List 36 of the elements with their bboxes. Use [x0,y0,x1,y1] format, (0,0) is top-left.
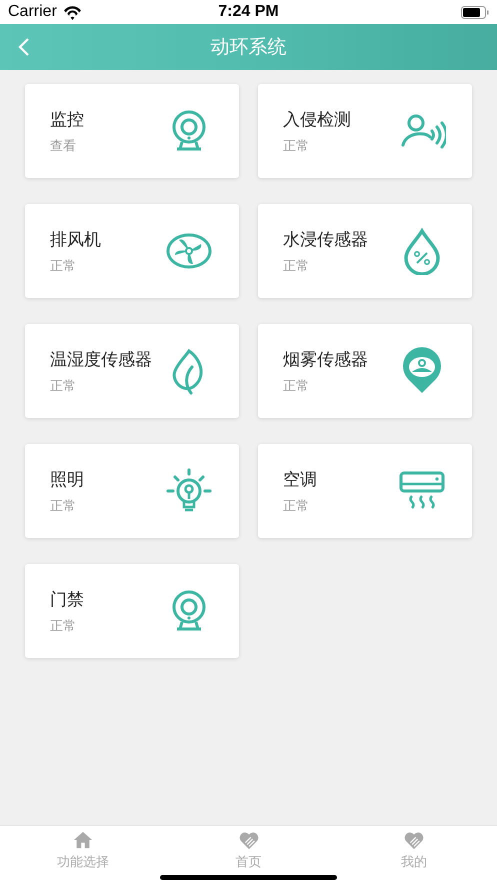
device-name: 水浸传感器 [283,228,368,250]
wifi-icon [62,4,82,20]
device-status: 正常 [50,378,77,394]
device-status: 正常 [283,378,310,394]
device-card[interactable]: 水浸传感器 正常 [258,204,472,298]
device-card[interactable]: 温湿度传感器 正常 [25,324,239,418]
device-status: 正常 [283,258,310,274]
device-status: 查看 [50,138,77,154]
device-card[interactable]: 排风机 正常 [25,204,239,298]
device-status: 正常 [283,138,310,154]
device-name: 温湿度传感器 [50,348,152,370]
device-status: 正常 [50,618,77,634]
device-name: 监控 [50,108,84,130]
home-icon [72,830,94,850]
device-name: 入侵检测 [283,108,351,130]
device-name: 空调 [283,468,317,490]
device-name: 门禁 [50,588,84,610]
device-name: 烟雾传感器 [283,348,368,370]
clock-time: 7:24 PM [218,3,279,21]
device-status: 正常 [50,258,77,274]
device-card[interactable]: 监控 查看 [25,84,239,178]
device-card[interactable]: 空调 正常 [258,444,472,538]
device-name: 排风机 [50,228,101,250]
page-title: 动环系统 [210,35,286,60]
back-chevron-icon [18,37,30,57]
device-card[interactable]: 烟雾传感器 正常 [258,324,472,418]
device-status: 正常 [283,498,310,514]
device-card[interactable]: 照明 正常 [25,444,239,538]
heart-icon [238,830,260,850]
device-status: 正常 [50,498,77,514]
device-card[interactable]: 入侵检测 正常 [258,84,472,178]
heart-icon [403,830,426,850]
carrier-name: Carrier [8,3,57,21]
device-card[interactable]: 门禁 正常 [25,564,239,658]
battery-icon [461,6,489,18]
device-name: 照明 [50,468,84,490]
